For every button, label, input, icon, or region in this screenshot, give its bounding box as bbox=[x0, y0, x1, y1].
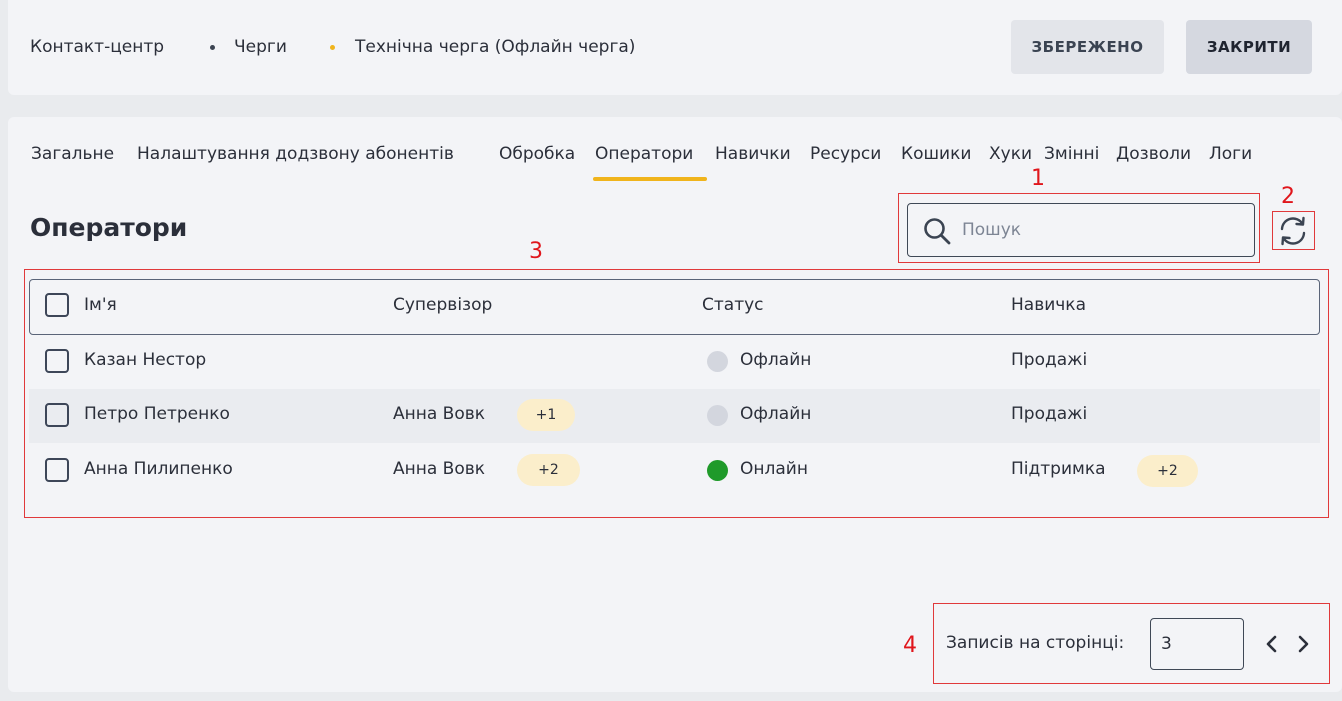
breadcrumb-queues[interactable]: Черги bbox=[234, 37, 287, 57]
tab-hooks[interactable]: Хуки bbox=[989, 144, 1032, 164]
tab-variables[interactable]: Змінні bbox=[1044, 144, 1099, 164]
tab-general[interactable]: Загальне bbox=[31, 144, 114, 164]
tab-permissions[interactable]: Дозволи bbox=[1116, 144, 1191, 164]
annotation-box-refresh bbox=[1272, 211, 1315, 250]
annotation-number: 3 bbox=[529, 239, 543, 264]
annotation-box-pagination bbox=[933, 603, 1330, 684]
saved-button[interactable]: ЗБЕРЕЖЕНО bbox=[1011, 20, 1164, 74]
close-button[interactable]: ЗАКРИТИ bbox=[1186, 20, 1312, 74]
annotation-number: 2 bbox=[1281, 184, 1295, 209]
tab-resources[interactable]: Ресурси bbox=[810, 144, 881, 164]
section-title: Оператори bbox=[30, 213, 188, 242]
annotation-box-search bbox=[898, 193, 1260, 263]
active-tab-indicator bbox=[593, 177, 707, 181]
tab-skills[interactable]: Навички bbox=[715, 144, 791, 164]
tab-operators[interactable]: Оператори bbox=[595, 144, 693, 164]
tab-dialing-settings[interactable]: Налаштування додзвону абонентів bbox=[137, 144, 454, 164]
breadcrumb-current-queue: Технічна черга (Офлайн черга) bbox=[355, 37, 636, 57]
breadcrumb-contact-center[interactable]: Контакт-центр bbox=[30, 37, 164, 57]
annotation-box-table bbox=[24, 269, 1329, 518]
annotation-number: 1 bbox=[1031, 166, 1045, 191]
breadcrumb-separator bbox=[210, 45, 215, 50]
tab-processing[interactable]: Обробка bbox=[499, 144, 575, 164]
tab-logs[interactable]: Логи bbox=[1209, 144, 1252, 164]
breadcrumb-separator-active bbox=[330, 45, 335, 50]
tab-baskets[interactable]: Кошики bbox=[901, 144, 971, 164]
annotation-number: 4 bbox=[903, 633, 917, 658]
